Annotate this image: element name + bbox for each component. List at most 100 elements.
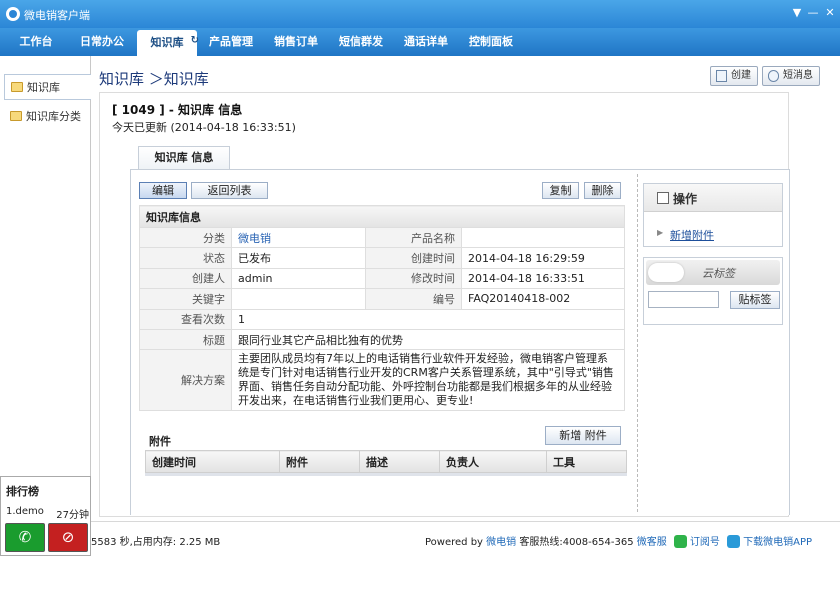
apply-tag-button[interactable]: 贴标签: [730, 291, 780, 309]
field-label: 编号: [365, 288, 462, 310]
delete-button[interactable]: 删除: [584, 182, 621, 199]
ranking-title: 排行榜: [6, 485, 39, 498]
tab-knowledge-base[interactable]: 知识库 ↻: [137, 28, 199, 56]
tag-box: 云标签 贴标签: [643, 257, 783, 325]
breadcrumb: 知识库 ＞知识库: [99, 70, 209, 88]
hotline-text: 客服热线:4008-654-365: [519, 537, 634, 548]
status-bar: 5583 秒,占用内存: 2.25 MB Powered by 微电销 客服热线…: [91, 521, 840, 556]
tag-input[interactable]: [648, 291, 719, 308]
section-header: 知识库信息: [139, 205, 625, 228]
field-label: 标题: [139, 328, 232, 351]
menu-dropdown-icon[interactable]: ▼: [790, 6, 804, 20]
tab-daily-office[interactable]: 日常办公: [74, 28, 130, 56]
status-links: Powered by 微电销 客服热线:4008-654-365 微客服 订阅号…: [425, 533, 812, 548]
tag-cloud-title: 云标签: [702, 267, 735, 280]
record-updated: 今天已更新 (2014-04-18 16:33:51): [112, 121, 296, 134]
field-label: 解决方案: [139, 349, 232, 412]
field-value: 2014-04-18 16:33:51: [461, 267, 625, 290]
sidebar-item-label: 知识库分类: [26, 110, 81, 123]
record-content: 编辑 返回列表 复制 删除 知识库信息 分类 微电销 产品名称 状态 已发布 创…: [130, 169, 790, 515]
folder-icon: [10, 111, 22, 121]
tab-knowledge-base-label: 知识库: [150, 36, 184, 49]
brand-link[interactable]: 微电销: [486, 537, 516, 548]
bullet-arrow-icon: ▶: [657, 228, 664, 237]
sidebar: 知识库 知识库分类: [0, 56, 91, 476]
column-header[interactable]: 负责人: [439, 450, 547, 473]
column-header[interactable]: 创建时间: [145, 450, 280, 473]
attachments-title: 附件: [149, 435, 171, 448]
field-label: 修改时间: [365, 267, 462, 290]
add-attachment-link[interactable]: 新增附件: [670, 227, 714, 243]
record-panel: [ 1049 ] - 知识库 信息 今天已更新 (2014-04-18 16:3…: [99, 92, 790, 517]
tab-sms-broadcast[interactable]: 短信群发: [333, 28, 389, 56]
back-to-list-button[interactable]: 返回列表: [191, 182, 268, 199]
ranking-time: 27分钟: [56, 510, 89, 521]
field-label: 创建人: [139, 267, 232, 290]
edit-button[interactable]: 编辑: [139, 182, 187, 199]
tab-knowledge-info[interactable]: 知识库 信息: [138, 146, 230, 170]
phone-icon: ✆: [18, 528, 32, 546]
tab-control-panel[interactable]: 控制面板: [463, 28, 519, 56]
field-value: 跟同行业其它产品相比独有的优势: [231, 328, 625, 351]
cloud-icon: [648, 263, 684, 282]
edit-note-icon: [657, 192, 669, 204]
tab-call-records[interactable]: 通话详单: [398, 28, 454, 56]
message-icon: [768, 70, 779, 82]
app-download-icon: [727, 535, 741, 548]
answer-call-button[interactable]: ✆: [5, 523, 45, 552]
tab-workbench[interactable]: 工作台: [10, 28, 62, 56]
main-nav: 工作台 日常办公 知识库 ↻ 产品管理 销售订单 短信群发 通话详单 控制面板: [0, 28, 840, 56]
attachments-table: 创建时间 附件 描述 负责人 工具: [145, 450, 627, 473]
column-header[interactable]: 工具: [546, 450, 627, 473]
phone-hangup-icon: ⊘: [61, 528, 75, 546]
divider: [637, 174, 638, 512]
field-value: FAQ20140418-002: [461, 288, 625, 310]
field-label: 查看次数: [139, 308, 232, 330]
ranking-row: 1.demo 27分钟: [6, 506, 89, 521]
app-title: 微电销客户端: [24, 9, 90, 22]
hangup-call-button[interactable]: ⊘: [48, 523, 88, 552]
document-add-icon: [716, 70, 727, 82]
add-attachment-button[interactable]: 新增 附件: [545, 426, 621, 445]
sms-button[interactable]: 短消息: [762, 66, 820, 86]
wechat-icon: [673, 535, 687, 548]
tab-product-management[interactable]: 产品管理: [203, 28, 259, 56]
download-app-link[interactable]: 下载微电销APP: [743, 537, 812, 548]
sidebar-item-knowledge-category[interactable]: 知识库分类: [4, 104, 91, 130]
category-link[interactable]: 微电销: [238, 232, 271, 245]
field-value: 2014-04-18 16:29:59: [461, 247, 625, 269]
column-header[interactable]: 附件: [279, 450, 360, 473]
create-button[interactable]: 创建: [710, 66, 758, 86]
subscribe-link[interactable]: 订阅号: [690, 537, 720, 548]
knowledge-info-table: 知识库信息 分类 微电销 产品名称 状态 已发布 创建时间 2014-04-18…: [139, 205, 625, 412]
operations-title: 操作: [673, 192, 698, 206]
field-value: [231, 288, 366, 310]
ranking-user: 1.demo: [6, 506, 44, 517]
powered-by-text: Powered by: [425, 537, 483, 548]
close-icon[interactable]: ✕: [823, 6, 837, 20]
attachments-empty-row: [145, 473, 627, 476]
operations-box: 操作 ▶ 新增附件: [643, 183, 783, 247]
field-value: [461, 226, 625, 249]
bottom-area: [0, 556, 840, 605]
field-value: 已发布: [231, 247, 366, 269]
field-label: 产品名称: [365, 226, 462, 249]
refresh-icon[interactable]: ↻: [191, 28, 199, 54]
sidebar-item-knowledge-base[interactable]: 知识库: [4, 74, 91, 100]
field-label: 关键字: [139, 288, 232, 310]
tag-cloud-banner: 云标签: [646, 260, 780, 285]
tab-sales-orders[interactable]: 销售订单: [268, 28, 324, 56]
operations-header: 操作: [644, 184, 782, 212]
field-value: admin: [231, 267, 366, 290]
record-title: [ 1049 ] - 知识库 信息: [112, 103, 243, 117]
field-value: 1: [231, 308, 625, 330]
copy-button[interactable]: 复制: [542, 182, 579, 199]
minimize-icon[interactable]: —: [806, 6, 820, 20]
main-content: 知识库 ＞知识库 创建 短消息 [ 1049 ] - 知识库 信息 今天已更新 …: [91, 56, 840, 521]
memory-status: 5583 秒,占用内存: 2.25 MB: [91, 537, 221, 548]
field-label: 分类: [139, 226, 232, 249]
sidebar-item-label: 知识库: [27, 81, 60, 94]
service-link[interactable]: 微客服: [637, 537, 667, 548]
column-header[interactable]: 描述: [359, 450, 440, 473]
sms-button-label: 短消息: [783, 70, 813, 81]
